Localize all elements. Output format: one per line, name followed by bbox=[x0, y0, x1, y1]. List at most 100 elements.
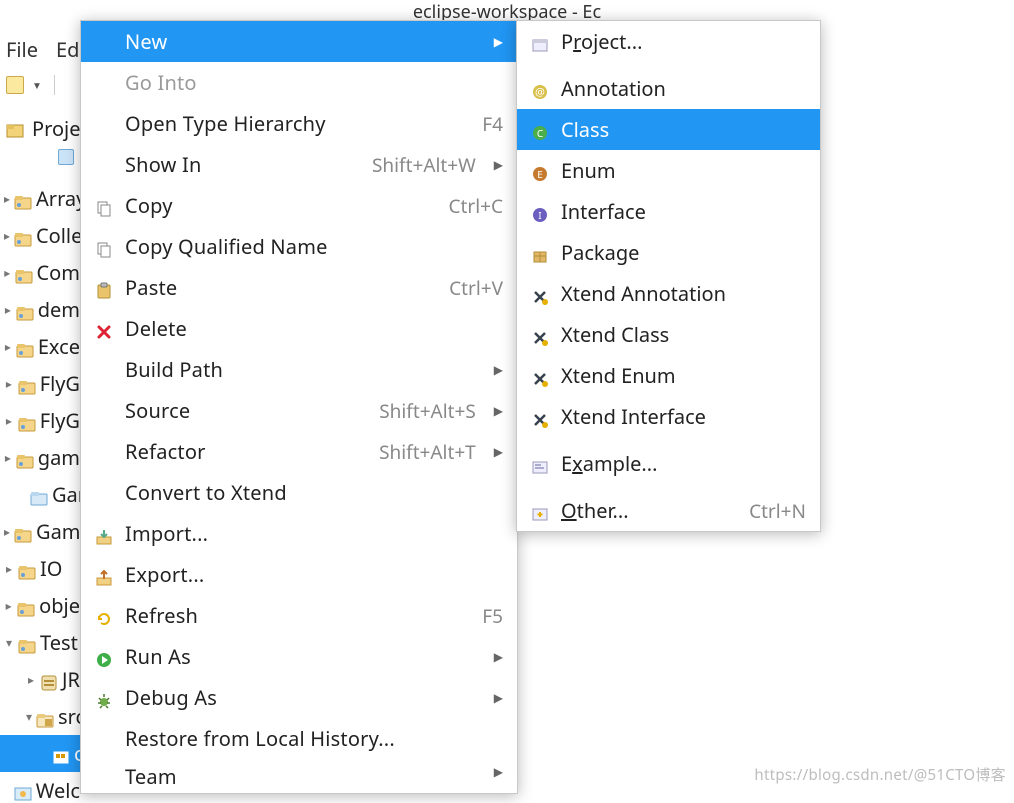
submenu-arrow-icon: ▶ bbox=[494, 361, 503, 378]
pkg-icon bbox=[18, 560, 36, 578]
new-toolbar-icon[interactable] bbox=[6, 76, 24, 94]
menu-item-convert-to-xtend[interactable]: Convert to Xtend bbox=[81, 472, 517, 513]
debug-icon bbox=[95, 689, 113, 707]
tree-item[interactable]: Welc bbox=[0, 772, 80, 803]
submenu-arrow-icon: ▶ bbox=[494, 156, 503, 173]
submenu-item-example[interactable]: Example... bbox=[517, 443, 820, 484]
delete-icon bbox=[95, 320, 113, 338]
twisty-closed-icon[interactable]: ▸ bbox=[4, 227, 10, 244]
new-toolbar-dropdown-icon[interactable]: ▼ bbox=[32, 78, 42, 92]
run-icon bbox=[95, 648, 113, 666]
menu-item-label: Refactor bbox=[125, 438, 367, 465]
menu-item-paste[interactable]: PasteCtrl+V bbox=[81, 267, 517, 308]
menu-item-delete[interactable]: Delete bbox=[81, 308, 517, 349]
tree-item[interactable]: ▸obje bbox=[0, 587, 80, 624]
submenu-item-annotation[interactable]: @Annotation bbox=[517, 68, 820, 109]
export-icon bbox=[95, 566, 113, 584]
menu-item-new[interactable]: New▶ bbox=[81, 21, 517, 62]
tree-item[interactable]: ▾Test bbox=[0, 624, 80, 661]
twisty-closed-icon[interactable]: ▸ bbox=[4, 338, 12, 355]
menu-item-show-in[interactable]: Show InShift+Alt+W▶ bbox=[81, 144, 517, 185]
submenu-item-xtend-annotation[interactable]: Xtend Annotation bbox=[517, 273, 820, 314]
menu-item-build-path[interactable]: Build Path▶ bbox=[81, 349, 517, 390]
submenu-item-label: Package bbox=[561, 239, 806, 266]
tree-item-label: dem bbox=[38, 296, 80, 323]
tree-item-label: JR bbox=[62, 666, 80, 693]
menu-item-restore-from-local-history[interactable]: Restore from Local History... bbox=[81, 718, 517, 759]
menu-item-label: Team bbox=[125, 763, 476, 790]
tree-item[interactable]: ▸Colle bbox=[0, 217, 80, 254]
tree-item[interactable]: ▸gam bbox=[0, 439, 80, 476]
twisty-closed-icon[interactable]: ▸ bbox=[4, 375, 14, 392]
twisty-open-icon[interactable]: ▾ bbox=[4, 634, 14, 651]
tree-item[interactable]: ▸ Gam bbox=[0, 513, 80, 550]
tree-item[interactable]: ▸FlyG bbox=[0, 365, 80, 402]
tree-item[interactable]: ▸IO bbox=[0, 550, 80, 587]
tree-item[interactable]: ▸Exce bbox=[0, 328, 80, 365]
welcome-icon bbox=[14, 782, 32, 800]
submenu-item-package[interactable]: Package bbox=[517, 232, 820, 273]
twisty-open-icon[interactable]: ▾ bbox=[26, 708, 32, 725]
twisty-closed-icon[interactable]: ▸ bbox=[4, 264, 11, 281]
submenu-item-xtend-interface[interactable]: Xtend Interface bbox=[517, 396, 820, 437]
menu-file[interactable]: File bbox=[6, 36, 38, 66]
menu-item-label: Restore from Local History... bbox=[125, 725, 503, 752]
submenu-item-xtend-enum[interactable]: Xtend Enum bbox=[517, 355, 820, 396]
tree-item[interactable]: ▸FlyG bbox=[0, 402, 80, 439]
twisty-closed-icon[interactable]: ▸ bbox=[4, 560, 14, 577]
submenu-item-class[interactable]: CClass bbox=[517, 109, 820, 150]
twisty-closed-icon[interactable]: ▸ bbox=[4, 412, 14, 429]
pkg-icon bbox=[14, 523, 32, 541]
menu-item-source[interactable]: SourceShift+Alt+S▶ bbox=[81, 390, 517, 431]
twisty-closed-icon[interactable]: ▸ bbox=[4, 190, 10, 207]
package-icon bbox=[531, 244, 549, 262]
xenum-icon bbox=[531, 367, 549, 385]
menu-item-run-as[interactable]: Run As▶ bbox=[81, 636, 517, 677]
submenu-arrow-icon: ▶ bbox=[494, 33, 503, 50]
twisty-closed-icon[interactable]: ▸ bbox=[4, 597, 13, 614]
menu-shortcut: F4 bbox=[482, 111, 503, 137]
menu-item-team[interactable]: Team▶ bbox=[81, 759, 517, 793]
menu-item-export[interactable]: Export... bbox=[81, 554, 517, 595]
xanno-icon bbox=[531, 285, 549, 303]
submenu-arrow-icon: ▶ bbox=[494, 402, 503, 419]
submenu-item-other[interactable]: Other...Ctrl+N bbox=[517, 490, 820, 531]
menu-item-copy[interactable]: CopyCtrl+C bbox=[81, 185, 517, 226]
pkg-icon bbox=[16, 301, 34, 319]
twisty-closed-icon[interactable]: ▸ bbox=[26, 671, 36, 688]
pkg-icon bbox=[18, 412, 36, 430]
tree-item[interactable]: ▸Array bbox=[0, 180, 80, 217]
twisty-closed-icon[interactable]: ▸ bbox=[4, 523, 10, 540]
tree-item[interactable]: ▸ dem bbox=[0, 291, 80, 328]
import-icon bbox=[95, 525, 113, 543]
submenu-item-label: Enum bbox=[561, 157, 806, 184]
tree-item[interactable]: c bbox=[0, 735, 80, 772]
view-sub-icon[interactable] bbox=[58, 148, 74, 170]
twisty-closed-icon[interactable]: ▸ bbox=[4, 301, 12, 318]
menu-item-refactor[interactable]: RefactorShift+Alt+T▶ bbox=[81, 431, 517, 472]
menu-item-debug-as[interactable]: Debug As▶ bbox=[81, 677, 517, 718]
tree-item[interactable]: ▾src bbox=[0, 698, 80, 735]
submenu-item-enum[interactable]: EEnum bbox=[517, 150, 820, 191]
menu-item-import[interactable]: Import... bbox=[81, 513, 517, 554]
menu-item-refresh[interactable]: RefreshF5 bbox=[81, 595, 517, 636]
tree-item[interactable]: Gam bbox=[0, 476, 80, 513]
svg-text:C: C bbox=[537, 126, 544, 140]
submenu-item-xtend-class[interactable]: Xtend Class bbox=[517, 314, 820, 355]
tree-item-label: Com bbox=[37, 259, 80, 286]
menu-shortcut: Ctrl+N bbox=[749, 498, 806, 524]
twisty-closed-icon[interactable]: ▸ bbox=[4, 449, 12, 466]
menu-item-copy-qualified-name[interactable]: Copy Qualified Name bbox=[81, 226, 517, 267]
blank-icon bbox=[95, 763, 113, 781]
project-tree[interactable]: ▸Array▸Colle▸Com▸dem▸Exce▸FlyG▸FlyG▸gamG… bbox=[0, 180, 80, 803]
submenu-arrow-icon: ▶ bbox=[494, 443, 503, 460]
submenu-item-interface[interactable]: IInterface bbox=[517, 191, 820, 232]
tree-item-label: Gam bbox=[36, 518, 80, 545]
tree-item[interactable]: ▸ Com bbox=[0, 254, 80, 291]
menu-item-label: Convert to Xtend bbox=[125, 479, 503, 506]
submenu-arrow-icon: ▶ bbox=[494, 648, 503, 665]
tree-item[interactable]: ▸ JR bbox=[0, 661, 80, 698]
menu-item-open-type-hierarchy[interactable]: Open Type HierarchyF4 bbox=[81, 103, 517, 144]
submenu-item-project[interactable]: Project... bbox=[517, 21, 820, 62]
submenu-item-label: Xtend Class bbox=[561, 321, 806, 348]
